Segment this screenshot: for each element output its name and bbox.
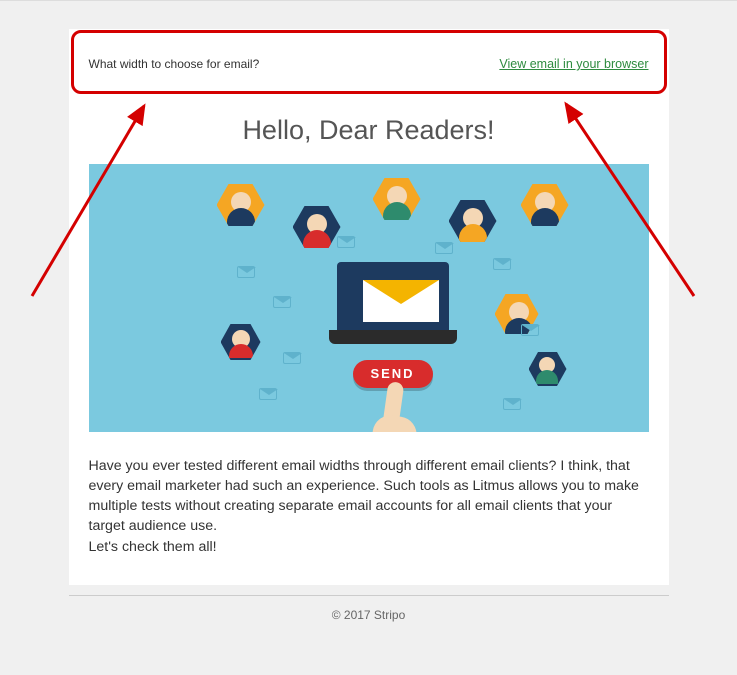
hand-pointer-icon <box>371 413 419 432</box>
hero-illustration: SEND <box>89 164 649 432</box>
avatar-icon <box>373 178 421 220</box>
body-paragraph: Let's check them all! <box>89 537 649 557</box>
avatar-icon <box>529 352 567 386</box>
copyright-text: © 2017 Stripo <box>69 606 669 624</box>
envelope-icon <box>503 398 521 410</box>
envelope-icon <box>337 236 355 248</box>
envelope-icon <box>435 242 453 254</box>
envelope-icon <box>493 258 511 270</box>
preheader-subject: What width to choose for email? <box>89 57 260 71</box>
avatar-icon <box>217 184 265 226</box>
envelope-icon <box>259 388 277 400</box>
email-headline: Hello, Dear Readers! <box>69 93 669 164</box>
preheader-row: What width to choose for email? View ema… <box>69 29 669 93</box>
laptop-icon <box>329 262 457 352</box>
avatar-icon <box>293 206 341 248</box>
body-paragraph: Have you ever tested different email wid… <box>89 456 649 537</box>
large-envelope-icon <box>363 280 439 322</box>
envelope-icon <box>237 266 255 278</box>
email-card: What width to choose for email? View ema… <box>69 29 669 585</box>
envelope-icon <box>273 296 291 308</box>
email-footer: © 2017 Stripo <box>69 595 669 624</box>
envelope-icon <box>283 352 301 364</box>
envelope-icon <box>521 324 539 336</box>
avatar-icon <box>221 324 261 360</box>
avatar-icon <box>521 184 569 226</box>
avatar-icon <box>449 200 497 242</box>
body-copy: Have you ever tested different email wid… <box>69 452 669 565</box>
view-in-browser-link[interactable]: View email in your browser <box>499 57 648 71</box>
